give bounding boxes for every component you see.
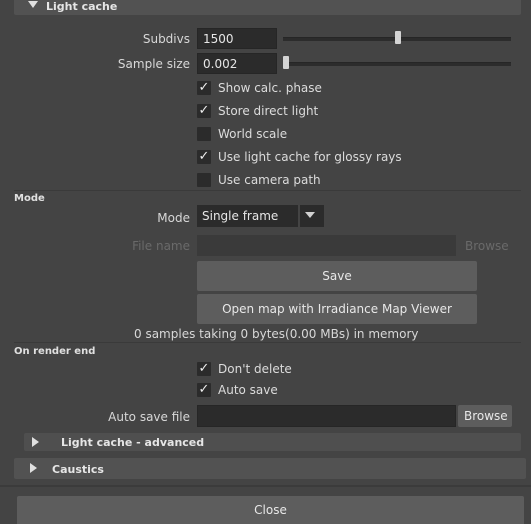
caustics-header[interactable]: Caustics [14, 458, 526, 479]
camera-path-label: Use camera path [218, 173, 321, 187]
mode-divider [14, 190, 521, 191]
render-end-title: On render end [14, 346, 96, 357]
sample-size-label: Sample size [117, 57, 190, 71]
light-cache-header-label: Light cache [46, 0, 118, 13]
subdivs-label: Subdivs [142, 32, 190, 46]
glossy-rays-label: Use light cache for glossy rays [218, 150, 402, 164]
subdivs-slider-handle[interactable] [395, 31, 401, 44]
light-cache-advanced-label: Light cache - advanced [61, 436, 205, 449]
sample-size-slider-handle[interactable] [283, 56, 289, 69]
auto-save-file-label: Auto save file [108, 410, 190, 424]
close-button[interactable]: Close [17, 496, 524, 524]
mode-dropdown[interactable]: Single frame [197, 205, 324, 227]
auto-save-checkbox[interactable]: ✓ [197, 383, 211, 397]
mode-section-title: Mode [14, 193, 45, 204]
camera-path-checkbox[interactable] [197, 173, 211, 187]
expanded-triangle-icon [28, 1, 38, 8]
light-cache-header[interactable]: Light cache [14, 0, 521, 15]
collapsed-triangle-icon [30, 463, 37, 473]
sample-size-input[interactable] [197, 53, 277, 74]
chevron-down-icon [305, 212, 315, 218]
world-scale-label: World scale [218, 127, 288, 141]
show-calc-phase-label: Show calc. phase [218, 81, 322, 95]
caustics-label: Caustics [52, 463, 104, 476]
file-name-label: File name [132, 239, 190, 253]
memory-status-text: 0 samples taking 0 bytes(0.00 MBs) in me… [134, 327, 419, 341]
auto-save-browse-button[interactable]: Browse [458, 405, 512, 427]
mode-dropdown-divider [298, 205, 300, 227]
world-scale-checkbox[interactable] [197, 127, 211, 141]
auto-save-file-field[interactable] [197, 405, 456, 427]
store-direct-light-checkbox[interactable]: ✓ [197, 104, 211, 118]
dont-delete-checkbox[interactable]: ✓ [197, 362, 211, 376]
open-irradiance-map-button[interactable]: Open map with Irradiance Map Viewer [197, 294, 477, 324]
sample-size-slider-track[interactable] [283, 62, 511, 66]
collapsed-triangle-icon [32, 437, 39, 447]
bottom-separator [0, 485, 531, 487]
light-cache-advanced-header[interactable]: Light cache - advanced [24, 433, 521, 451]
auto-save-label: Auto save [218, 383, 278, 397]
subdivs-input[interactable] [197, 28, 277, 49]
render-end-divider [14, 342, 521, 343]
dont-delete-label: Don't delete [218, 362, 292, 376]
show-calc-phase-checkbox[interactable]: ✓ [197, 81, 211, 95]
mode-dropdown-value: Single frame [202, 209, 279, 223]
file-browse-button[interactable]: Browse [465, 239, 509, 253]
store-direct-light-label: Store direct light [218, 104, 319, 118]
glossy-rays-checkbox[interactable]: ✓ [197, 150, 211, 164]
mode-label: Mode [157, 211, 190, 225]
save-button[interactable]: Save [197, 261, 477, 291]
file-name-field[interactable] [197, 235, 456, 256]
